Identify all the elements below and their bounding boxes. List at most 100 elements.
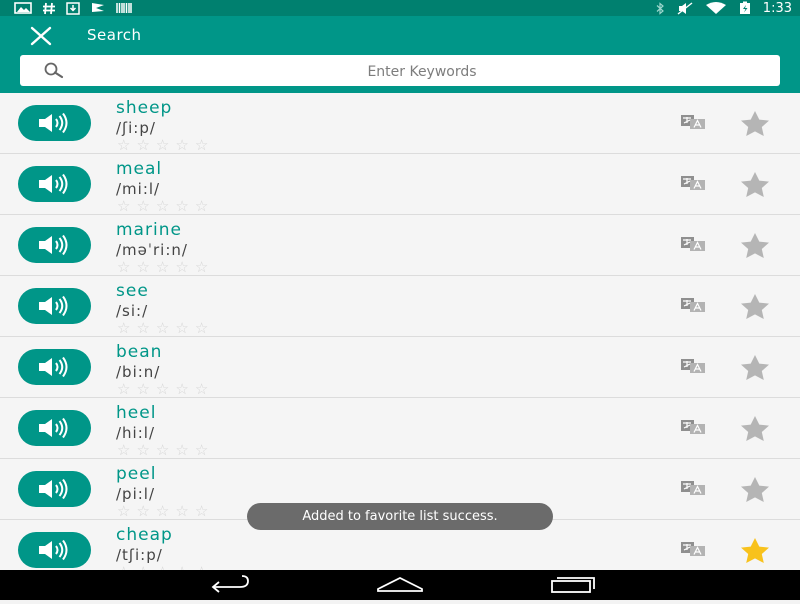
rating-star-icon[interactable]: ☆ <box>175 260 188 275</box>
translate-button[interactable] <box>680 175 706 191</box>
favorite-button[interactable] <box>736 231 774 259</box>
word-row[interactable]: see/si:/☆ ☆ ☆ ☆ ☆ <box>0 276 800 337</box>
recents-button[interactable] <box>548 570 598 600</box>
pronounce-button[interactable] <box>18 410 91 446</box>
translate-icon <box>681 298 705 312</box>
rating-star-icon[interactable]: ☆ <box>136 199 149 214</box>
rating-star-icon[interactable]: ☆ <box>117 382 130 397</box>
translate-button[interactable] <box>680 114 706 130</box>
star-icon <box>741 477 769 502</box>
pronounce-button[interactable] <box>18 227 91 263</box>
hash-icon <box>43 2 55 14</box>
status-bar-notifications <box>14 0 132 16</box>
rating-star-icon[interactable]: ☆ <box>195 260 208 275</box>
favorite-button[interactable] <box>736 292 774 320</box>
word-rating: ☆ ☆ ☆ ☆ ☆ <box>117 443 208 458</box>
star-icon <box>741 172 769 197</box>
rating-star-icon[interactable]: ☆ <box>156 504 169 519</box>
search-input[interactable] <box>80 55 764 88</box>
status-bar: 1:33 <box>0 0 800 16</box>
word-rating: ☆ ☆ ☆ ☆ ☆ <box>117 199 208 214</box>
back-button[interactable] <box>204 570 254 600</box>
home-button[interactable] <box>374 570 426 600</box>
rating-star-icon[interactable]: ☆ <box>175 382 188 397</box>
rating-star-icon[interactable]: ☆ <box>136 382 149 397</box>
translate-icon <box>681 237 705 251</box>
rating-star-icon[interactable]: ☆ <box>195 504 208 519</box>
rating-star-icon[interactable]: ☆ <box>195 199 208 214</box>
rating-star-icon[interactable]: ☆ <box>175 199 188 214</box>
rating-star-icon[interactable]: ☆ <box>136 260 149 275</box>
speaker-icon <box>39 417 68 439</box>
translate-icon <box>681 542 705 556</box>
rating-star-icon[interactable]: ☆ <box>195 321 208 336</box>
barcode-icon <box>116 3 132 13</box>
favorite-button[interactable] <box>736 475 774 503</box>
word-row[interactable]: heel/hi:l/☆ ☆ ☆ ☆ ☆ <box>0 398 800 459</box>
rating-star-icon[interactable]: ☆ <box>175 138 188 153</box>
favorite-button[interactable] <box>736 536 774 564</box>
rating-star-icon[interactable]: ☆ <box>117 138 130 153</box>
translate-button[interactable] <box>680 358 706 374</box>
rating-star-icon[interactable]: ☆ <box>175 443 188 458</box>
pronounce-button[interactable] <box>18 349 91 385</box>
favorite-button[interactable] <box>736 170 774 198</box>
favorite-button[interactable] <box>736 414 774 442</box>
translate-button[interactable] <box>680 297 706 313</box>
close-button[interactable] <box>28 26 54 46</box>
word-row[interactable]: marine/məˈri:n/☆ ☆ ☆ ☆ ☆ <box>0 215 800 276</box>
translate-button[interactable] <box>680 236 706 252</box>
rating-star-icon[interactable]: ☆ <box>175 504 188 519</box>
rating-star-icon[interactable]: ☆ <box>195 138 208 153</box>
rating-star-icon[interactable]: ☆ <box>136 504 149 519</box>
close-icon <box>30 26 52 46</box>
phonetic-text: /bi:n/ <box>116 363 161 381</box>
pronounce-button[interactable] <box>18 532 91 568</box>
pronounce-button[interactable] <box>18 166 91 202</box>
mute-icon <box>677 1 693 15</box>
word-row[interactable]: sheep/ʃi:p/☆ ☆ ☆ ☆ ☆ <box>0 93 800 154</box>
app-bar: Search <box>0 16 800 93</box>
rating-star-icon[interactable]: ☆ <box>156 199 169 214</box>
rating-star-icon[interactable]: ☆ <box>117 321 130 336</box>
word-text: bean <box>116 342 163 362</box>
rating-star-icon[interactable]: ☆ <box>117 199 130 214</box>
word-list: sheep/ʃi:p/☆ ☆ ☆ ☆ ☆ meal/mi:l/☆ ☆ ☆ ☆ ☆ marine/mə… <box>0 93 800 570</box>
rating-star-icon[interactable]: ☆ <box>175 321 188 336</box>
word-text: cheap <box>116 525 173 545</box>
word-row[interactable]: bean/bi:n/☆ ☆ ☆ ☆ ☆ <box>0 337 800 398</box>
rating-star-icon[interactable]: ☆ <box>136 138 149 153</box>
pronounce-button[interactable] <box>18 105 91 141</box>
back-icon <box>211 575 249 593</box>
phonetic-text: /mi:l/ <box>116 180 161 198</box>
word-rating: ☆ ☆ ☆ ☆ ☆ <box>117 382 208 397</box>
rating-star-icon[interactable]: ☆ <box>136 321 149 336</box>
translate-button[interactable] <box>680 541 706 557</box>
star-icon <box>741 111 769 136</box>
pronounce-button[interactable] <box>18 288 91 324</box>
rating-star-icon[interactable]: ☆ <box>156 443 169 458</box>
rating-star-icon[interactable]: ☆ <box>195 443 208 458</box>
pronounce-button[interactable] <box>18 471 91 507</box>
rating-star-icon[interactable]: ☆ <box>195 382 208 397</box>
favorite-button[interactable] <box>736 353 774 381</box>
translate-button[interactable] <box>680 419 706 435</box>
flag-icon <box>92 2 104 14</box>
search-icon <box>44 62 64 79</box>
rating-star-icon[interactable]: ☆ <box>136 443 149 458</box>
rating-star-icon[interactable]: ☆ <box>156 138 169 153</box>
search-bar[interactable] <box>20 55 780 88</box>
favorite-button[interactable] <box>736 109 774 137</box>
rating-star-icon[interactable]: ☆ <box>117 504 130 519</box>
rating-star-icon[interactable]: ☆ <box>156 382 169 397</box>
word-row[interactable]: meal/mi:l/☆ ☆ ☆ ☆ ☆ <box>0 154 800 215</box>
rating-star-icon[interactable]: ☆ <box>117 443 130 458</box>
translate-button[interactable] <box>680 480 706 496</box>
rating-star-icon[interactable]: ☆ <box>156 260 169 275</box>
speaker-icon <box>39 173 68 195</box>
battery-icon <box>739 1 750 14</box>
page-title: Search <box>87 26 142 44</box>
rating-star-icon[interactable]: ☆ <box>117 260 130 275</box>
translate-icon <box>681 359 705 373</box>
rating-star-icon[interactable]: ☆ <box>156 321 169 336</box>
